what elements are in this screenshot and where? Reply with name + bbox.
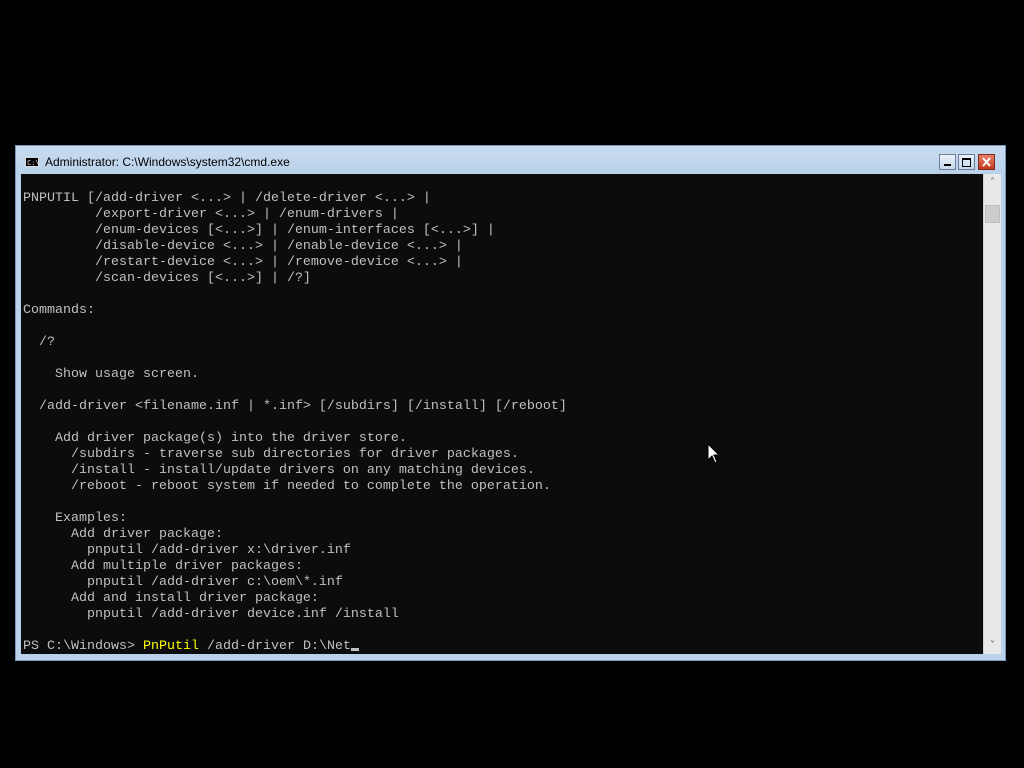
console-line: Add driver package(s) into the driver st… xyxy=(23,431,407,446)
desktop: C:\ Administrator: C:\Windows\system32\c… xyxy=(0,0,1024,768)
mouse-pointer-icon xyxy=(707,443,721,464)
cmd-icon[interactable]: C:\ xyxy=(25,157,39,167)
scroll-down-button[interactable]: ˅ xyxy=(984,637,1001,654)
scroll-up-button[interactable]: ˄ xyxy=(984,174,1001,191)
command-args: /add-driver D:\Net xyxy=(198,639,351,654)
prompt-line[interactable]: PS C:\Windows> PnPutil /add-driver D:\Ne… xyxy=(23,639,359,654)
console-line: /export-driver <...> | /enum-drivers | xyxy=(23,207,399,222)
console-line: /enum-devices [<...>] | /enum-interfaces… xyxy=(23,223,495,238)
console-line: /install - install/update drivers on any… xyxy=(23,463,535,478)
chevron-up-icon: ˄ xyxy=(990,177,995,188)
console-line: /add-driver <filename.inf | *.inf> [/sub… xyxy=(23,399,567,414)
console-line: Add multiple driver packages: xyxy=(23,559,303,574)
close-icon xyxy=(982,157,991,167)
console-line: /restart-device <...> | /remove-device <… xyxy=(23,255,463,270)
console-line: /? xyxy=(23,335,55,350)
console-line: /subdirs - traverse sub directories for … xyxy=(23,447,519,462)
close-button[interactable] xyxy=(978,154,995,170)
console-line: /disable-device <...> | /enable-device <… xyxy=(23,239,463,254)
console-line: pnputil /add-driver c:\oem\*.inf xyxy=(23,575,343,590)
console-line: Add driver package: xyxy=(23,527,223,542)
console-line: /scan-devices [<...>] | /?] xyxy=(23,271,311,286)
console-line: pnputil /add-driver x:\driver.inf xyxy=(23,543,351,558)
console-line: Examples: xyxy=(23,511,127,526)
command-name: PnPutil xyxy=(142,639,199,654)
console-line: PNPUTIL [/add-driver <...> | /delete-dri… xyxy=(23,191,431,206)
scroll-thumb[interactable] xyxy=(985,205,1000,223)
window-title: Administrator: C:\Windows\system32\cmd.e… xyxy=(45,155,290,169)
console-line: Commands: xyxy=(23,303,95,318)
chevron-down-icon: ˅ xyxy=(990,640,995,651)
console-output: PNPUTIL [/add-driver <...> | /delete-dri… xyxy=(23,191,567,623)
console-line: Show usage screen. xyxy=(23,367,199,382)
cmd-window: C:\ Administrator: C:\Windows\system32\c… xyxy=(15,145,1006,661)
maximize-button[interactable] xyxy=(958,154,975,170)
prompt-text: PS C:\Windows> xyxy=(23,639,143,654)
text-cursor xyxy=(350,648,359,651)
console-line: /reboot - reboot system if needed to com… xyxy=(23,479,551,494)
vertical-scrollbar[interactable]: ˄ ˅ xyxy=(983,174,1001,654)
console-output-area[interactable]: PNPUTIL [/add-driver <...> | /delete-dri… xyxy=(21,174,983,654)
minimize-button[interactable] xyxy=(939,154,956,170)
console-line: pnputil /add-driver device.inf /install xyxy=(23,607,399,622)
console-line: Add and install driver package: xyxy=(23,591,319,606)
title-bar[interactable]: C:\ Administrator: C:\Windows\system32\c… xyxy=(16,146,1005,174)
